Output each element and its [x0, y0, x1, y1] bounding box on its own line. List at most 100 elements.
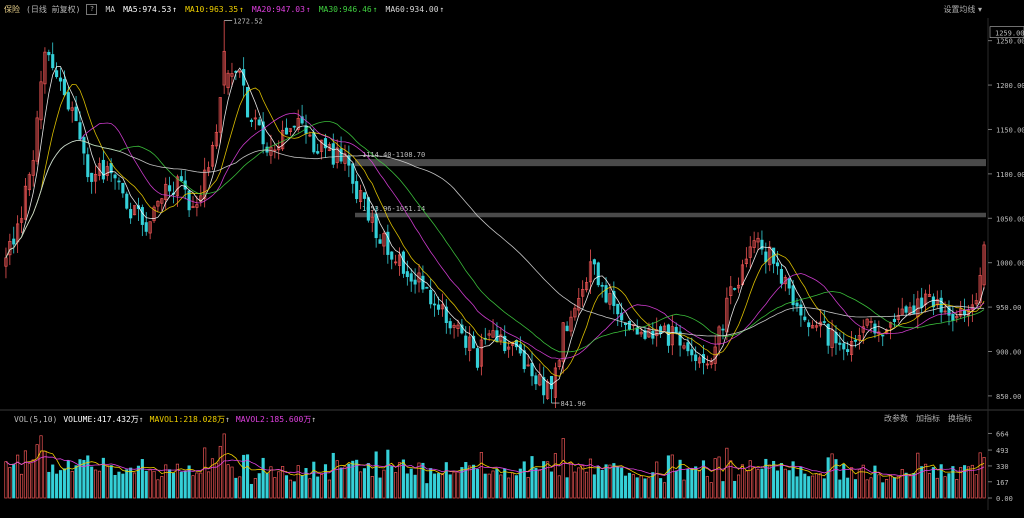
volume-bar	[814, 473, 819, 499]
volume-bar	[148, 469, 152, 499]
volume-bar	[744, 470, 748, 499]
volume-bar	[534, 467, 538, 499]
price-tick-label: 1100.00	[996, 171, 1024, 179]
volume-bar	[916, 452, 920, 499]
volume-bar	[620, 467, 624, 499]
volume-bar	[698, 470, 702, 499]
volume-bar	[230, 466, 234, 499]
candle-body	[904, 306, 908, 313]
volume-bar	[530, 456, 534, 499]
volume-bar	[97, 470, 102, 499]
candle-body	[912, 305, 916, 314]
volume-bar	[300, 475, 304, 499]
volume-bar	[203, 447, 207, 499]
candle-body	[963, 309, 967, 315]
candle-body	[659, 326, 663, 335]
volume-bar	[183, 470, 187, 499]
candle-body	[464, 335, 468, 348]
volume-bar	[55, 473, 59, 499]
volume-bar	[569, 462, 573, 499]
volume-bar	[561, 438, 565, 499]
candle-body	[542, 377, 546, 396]
candle-body	[405, 271, 409, 278]
mavol2-value: MAVOL2:185.600万	[235, 414, 312, 424]
volume-bar	[733, 480, 737, 499]
volume-bar	[935, 477, 939, 499]
candle-body	[534, 375, 538, 385]
chart-canvas[interactable]: 1114.40-1108.70 1053.96-1051.14 850.00 900.…	[0, 0, 1024, 518]
volume-bar	[900, 469, 904, 499]
volume-bar	[600, 469, 604, 499]
volume-bar	[857, 469, 861, 499]
volume-bar	[121, 473, 125, 499]
volume-bar	[366, 463, 370, 499]
volume-bar	[655, 461, 659, 499]
volume-bar	[257, 473, 261, 499]
volume-bar	[394, 472, 398, 499]
volume-bar	[643, 478, 647, 499]
vol-indicator-label[interactable]: VOL(5,10)	[14, 415, 57, 424]
candle-body	[82, 137, 86, 154]
volume-tick-label: 167	[996, 479, 1009, 487]
volume-bar	[94, 469, 98, 499]
volume-bar	[526, 477, 530, 499]
candle-body	[78, 122, 82, 140]
volume-bar	[331, 452, 335, 499]
candle-body	[425, 286, 429, 289]
volume-bar	[444, 462, 448, 499]
volume-bar	[273, 477, 277, 499]
volume-bar	[557, 475, 561, 499]
volume-bar	[70, 470, 74, 499]
volume-bar	[659, 478, 663, 499]
volume-bar	[214, 462, 218, 499]
candle-body	[355, 181, 359, 200]
candle-body	[666, 324, 670, 346]
up-arrow-icon: ↑	[311, 414, 317, 424]
volume-bar	[670, 454, 674, 499]
candle-body	[129, 208, 133, 219]
volume-bar	[468, 465, 472, 499]
switch-indicator-button[interactable]: 换指标	[948, 413, 972, 425]
volume-bar	[234, 477, 238, 499]
volume-bar	[908, 475, 912, 499]
zone-label: 1053.96-1051.14	[362, 205, 425, 213]
volume-bar	[760, 468, 764, 499]
volume-bar	[378, 477, 382, 499]
volume-bar	[475, 469, 480, 499]
volume-bar	[105, 465, 109, 499]
volume-bar	[881, 482, 885, 499]
candle-body	[522, 350, 526, 370]
volume-bar	[955, 479, 959, 499]
candle-body	[690, 349, 694, 356]
kline-chart-window: 保险 (日线 前复权) ? MA MA5:974.53 ↑ MA10:963.35…	[0, 0, 1024, 518]
candle-body	[694, 354, 698, 361]
volume-bar	[756, 469, 760, 499]
add-indicator-button[interactable]: 加指标	[916, 413, 940, 425]
volume-bar	[4, 461, 8, 499]
edit-params-button[interactable]: 改参数	[884, 413, 908, 425]
candle-body	[436, 304, 441, 310]
candle-body	[596, 262, 600, 286]
volume-bar	[822, 478, 826, 499]
candle-body	[339, 148, 343, 162]
volume-bar	[405, 473, 409, 499]
candle-body	[616, 303, 620, 315]
volume-bar	[787, 470, 791, 499]
volume-bar	[436, 473, 441, 499]
candle-body	[66, 92, 70, 110]
volume-bar	[690, 468, 694, 499]
candle-body	[549, 376, 554, 390]
volume-bar	[896, 475, 900, 499]
volume-bar	[795, 476, 799, 499]
volume-bar	[269, 466, 273, 499]
volume-bar	[433, 473, 437, 499]
price-tick-label: 850.00	[996, 393, 1021, 401]
volume-bar	[616, 466, 620, 499]
candle-body	[51, 54, 55, 69]
volume-bar	[397, 462, 402, 499]
volume-bar	[144, 470, 148, 499]
volume-tick-label: 664	[996, 430, 1009, 438]
volume-bar	[612, 463, 616, 499]
volume-bar	[140, 459, 144, 499]
volume-bar	[974, 474, 978, 499]
